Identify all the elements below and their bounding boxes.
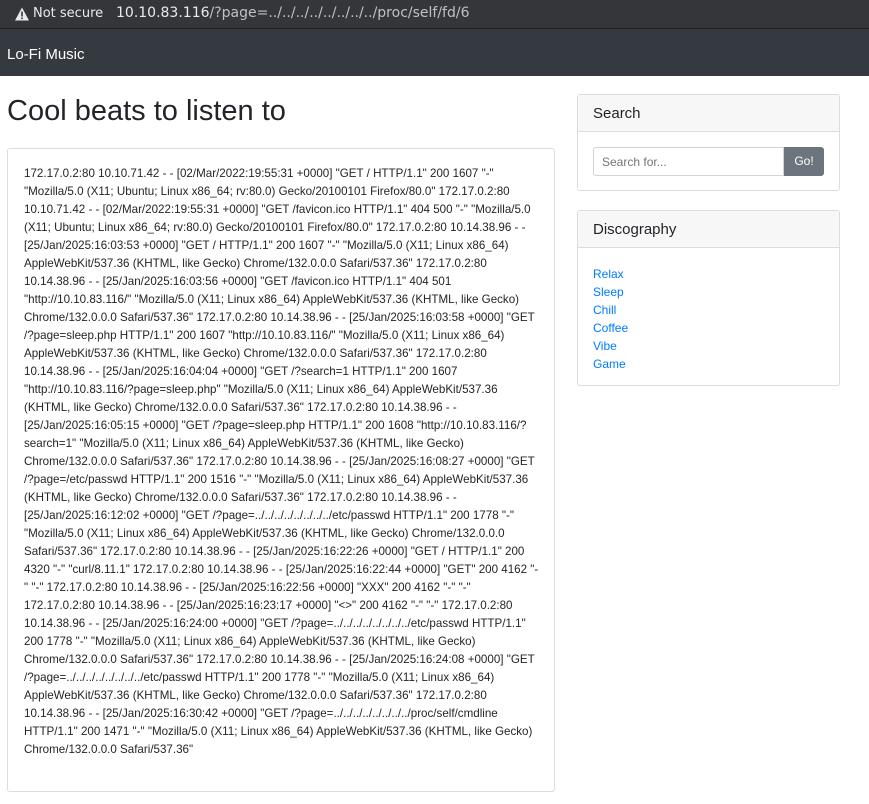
navbar-brand[interactable]: Lo-Fi Music <box>7 46 85 63</box>
discography-heading: Discography <box>578 211 839 248</box>
security-label[interactable]: Not secure <box>33 6 103 21</box>
url-box[interactable]: Not secure 10.10.83.116/?page=../../../.… <box>0 0 869 28</box>
navbar: Lo-Fi Music <box>0 29 869 76</box>
browser-address-bar: Not secure 10.10.83.116/?page=../../../.… <box>0 0 869 29</box>
search-go-button[interactable]: Go! <box>784 147 824 176</box>
discography-widget: Discography Relax Sleep Chill Coffee Vib… <box>577 210 840 386</box>
page-title: Cool beats to listen to <box>7 95 286 127</box>
url-path: /?page=../../../../../../../../proc/self… <box>209 5 470 21</box>
discography-item: Coffee <box>593 319 628 337</box>
discography-link-game[interactable]: Game <box>593 357 626 371</box>
url-text[interactable]: 10.10.83.116/?page=../../../../../../../… <box>116 5 470 21</box>
content-card: 172.17.0.2:80 10.10.71.42 - - [02/Mar/20… <box>7 148 555 792</box>
warning-icon[interactable] <box>14 6 30 22</box>
discography-item: Sleep <box>593 283 628 301</box>
search-widget: Search Go! <box>577 94 840 191</box>
discography-item: Chill <box>593 301 628 319</box>
search-input[interactable] <box>593 147 784 176</box>
discography-item: Relax <box>593 265 628 283</box>
page-content-text: 172.17.0.2:80 10.10.71.42 - - [02/Mar/20… <box>24 167 539 756</box>
discography-link-vibe[interactable]: Vibe <box>593 339 617 353</box>
discography-link-chill[interactable]: Chill <box>593 303 616 317</box>
discography-list: Relax Sleep Chill Coffee Vibe Game <box>593 265 628 373</box>
discography-link-sleep[interactable]: Sleep <box>593 285 624 299</box>
url-host: 10.10.83.116 <box>116 5 210 21</box>
discography-link-coffee[interactable]: Coffee <box>593 321 628 335</box>
discography-item: Vibe <box>593 337 628 355</box>
discography-item: Game <box>593 355 628 373</box>
search-heading: Search <box>578 95 839 132</box>
discography-link-relax[interactable]: Relax <box>593 267 624 281</box>
